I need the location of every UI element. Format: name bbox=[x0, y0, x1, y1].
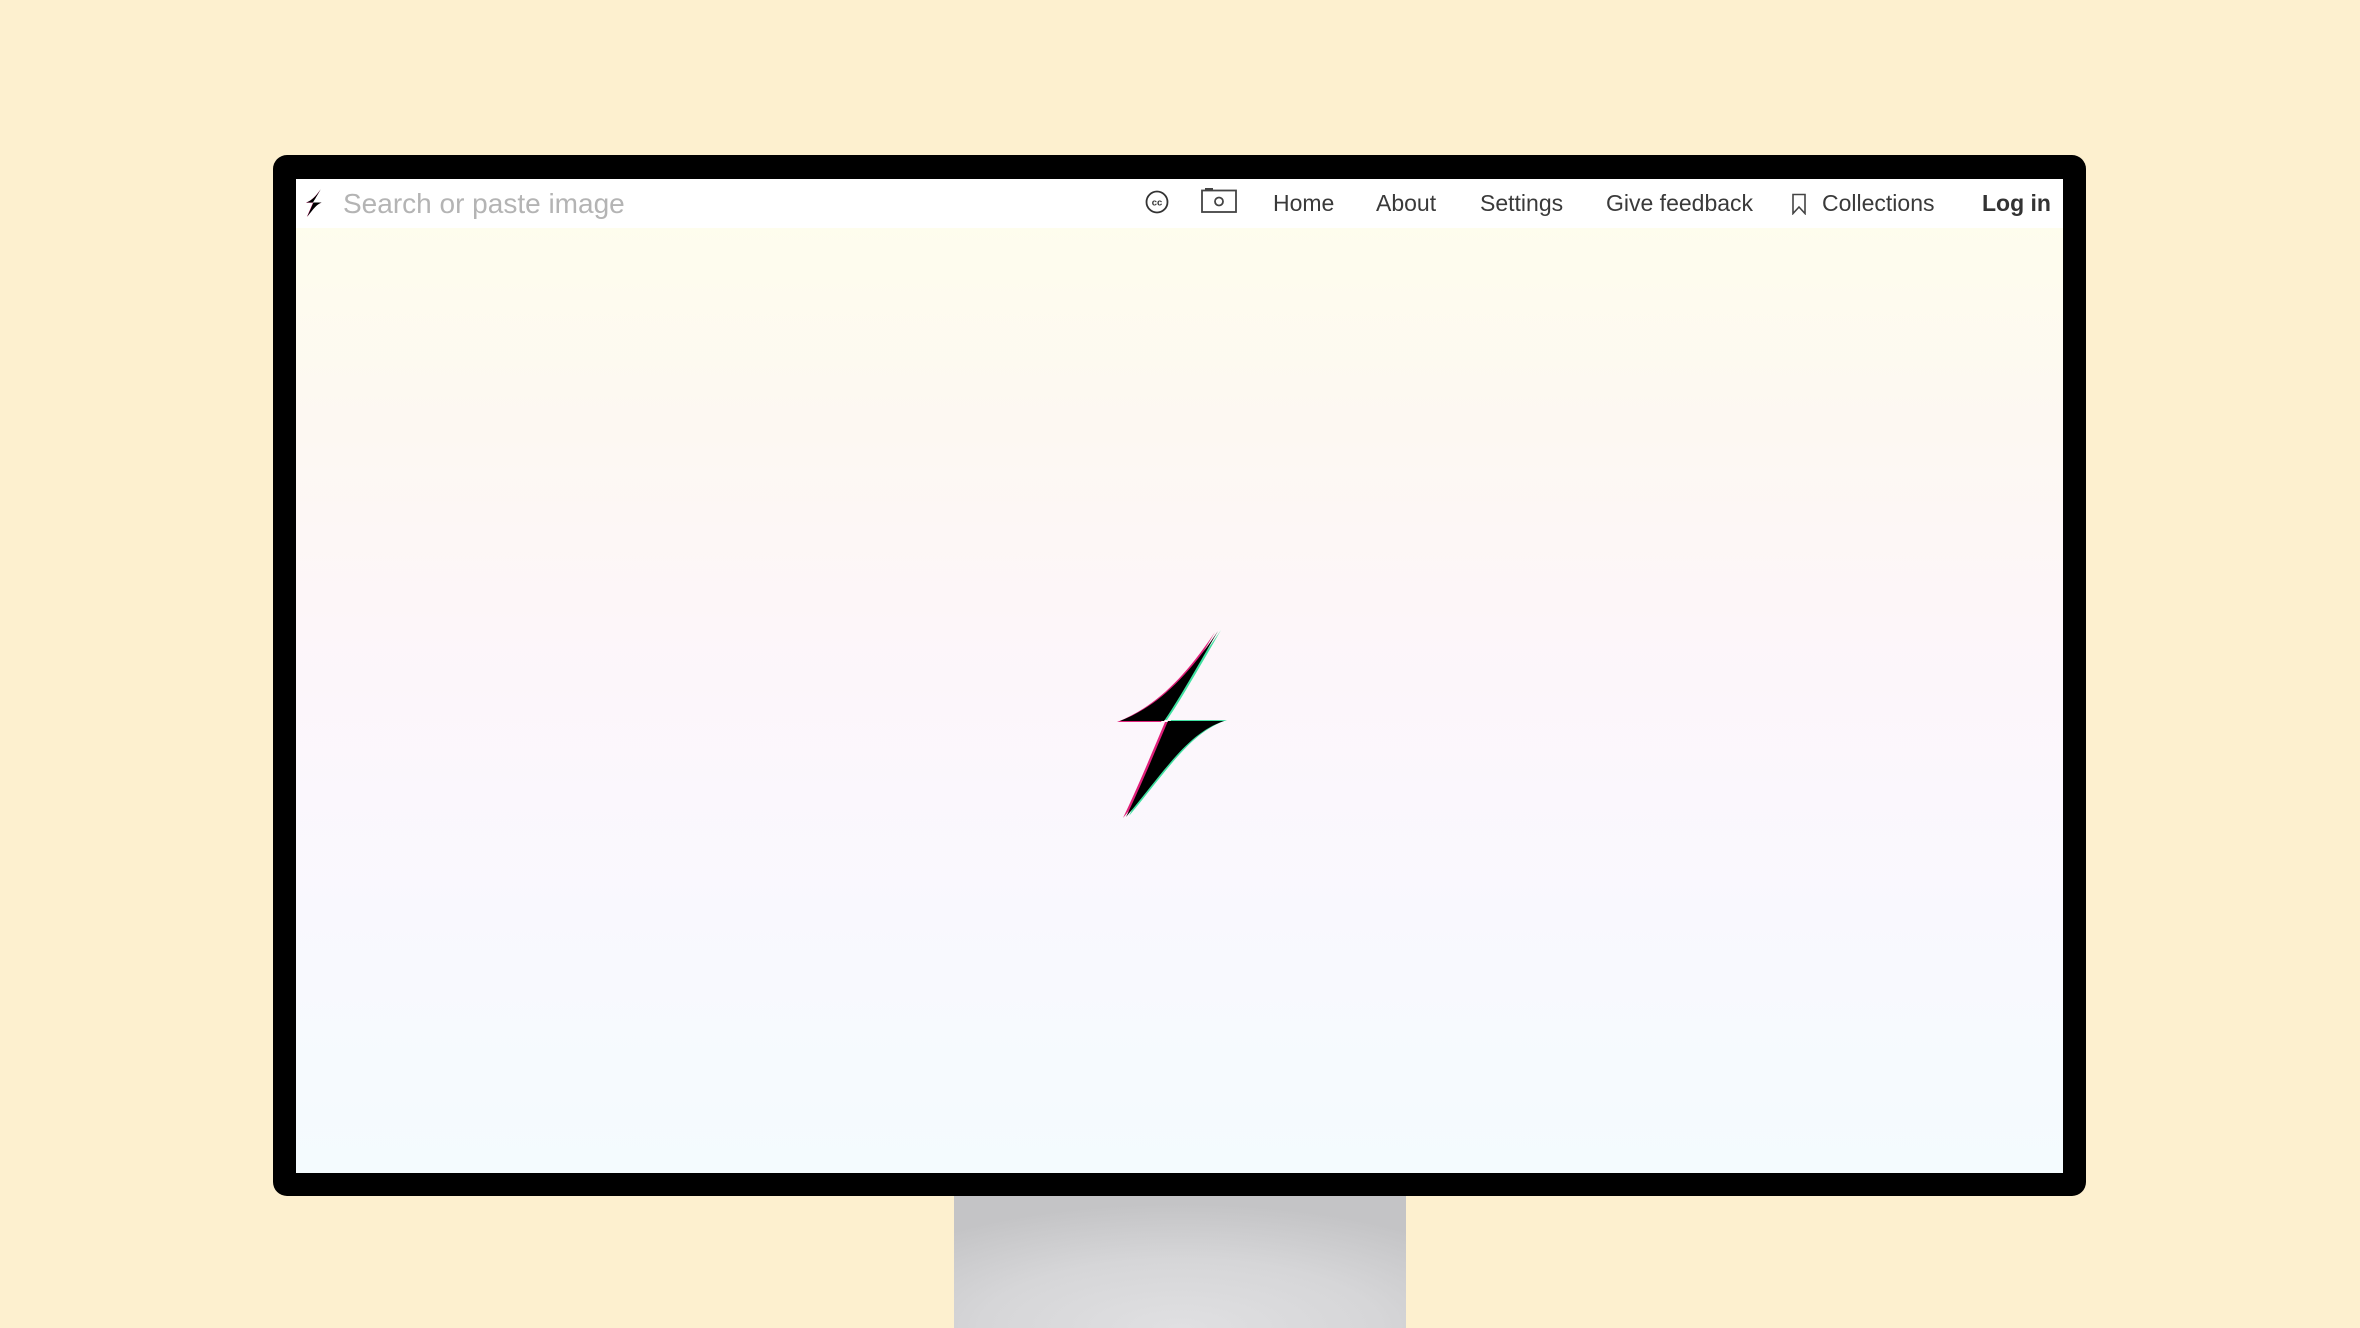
app-screen: cc Home About Settings Give feedback bbox=[296, 179, 2063, 1173]
nav-collections-label: Collections bbox=[1822, 190, 1935, 216]
creative-commons-icon[interactable]: cc bbox=[1145, 190, 1169, 214]
nav-settings-label: Settings bbox=[1480, 190, 1564, 216]
nav-collections-link[interactable]: Collections bbox=[1791, 179, 1935, 228]
login-label: Log in bbox=[1982, 190, 2051, 216]
camera-icon[interactable] bbox=[1201, 187, 1237, 213]
nav-home-link[interactable]: Home bbox=[1273, 179, 1334, 228]
nav-feedback-label: Give feedback bbox=[1606, 190, 1754, 216]
lightning-bolt-logo-icon[interactable] bbox=[304, 189, 324, 217]
bookmark-icon bbox=[1792, 193, 1806, 215]
nav-give-feedback-link[interactable]: Give feedback bbox=[1606, 179, 1753, 228]
nav-settings-link[interactable]: Settings bbox=[1480, 179, 1563, 228]
nav-about-link[interactable]: About bbox=[1376, 179, 1436, 228]
nav-home-label: Home bbox=[1273, 190, 1335, 216]
hero-lightning-bolt-icon bbox=[1117, 630, 1227, 818]
monitor-frame: cc Home About Settings Give feedback bbox=[273, 155, 2086, 1196]
login-button[interactable]: Log in bbox=[1982, 179, 2051, 228]
svg-text:cc: cc bbox=[1152, 198, 1163, 209]
search-input[interactable] bbox=[343, 185, 843, 223]
top-bar: cc Home About Settings Give feedback bbox=[296, 179, 2063, 228]
nav-about-label: About bbox=[1376, 190, 1437, 216]
monitor-stand bbox=[954, 1190, 1406, 1328]
